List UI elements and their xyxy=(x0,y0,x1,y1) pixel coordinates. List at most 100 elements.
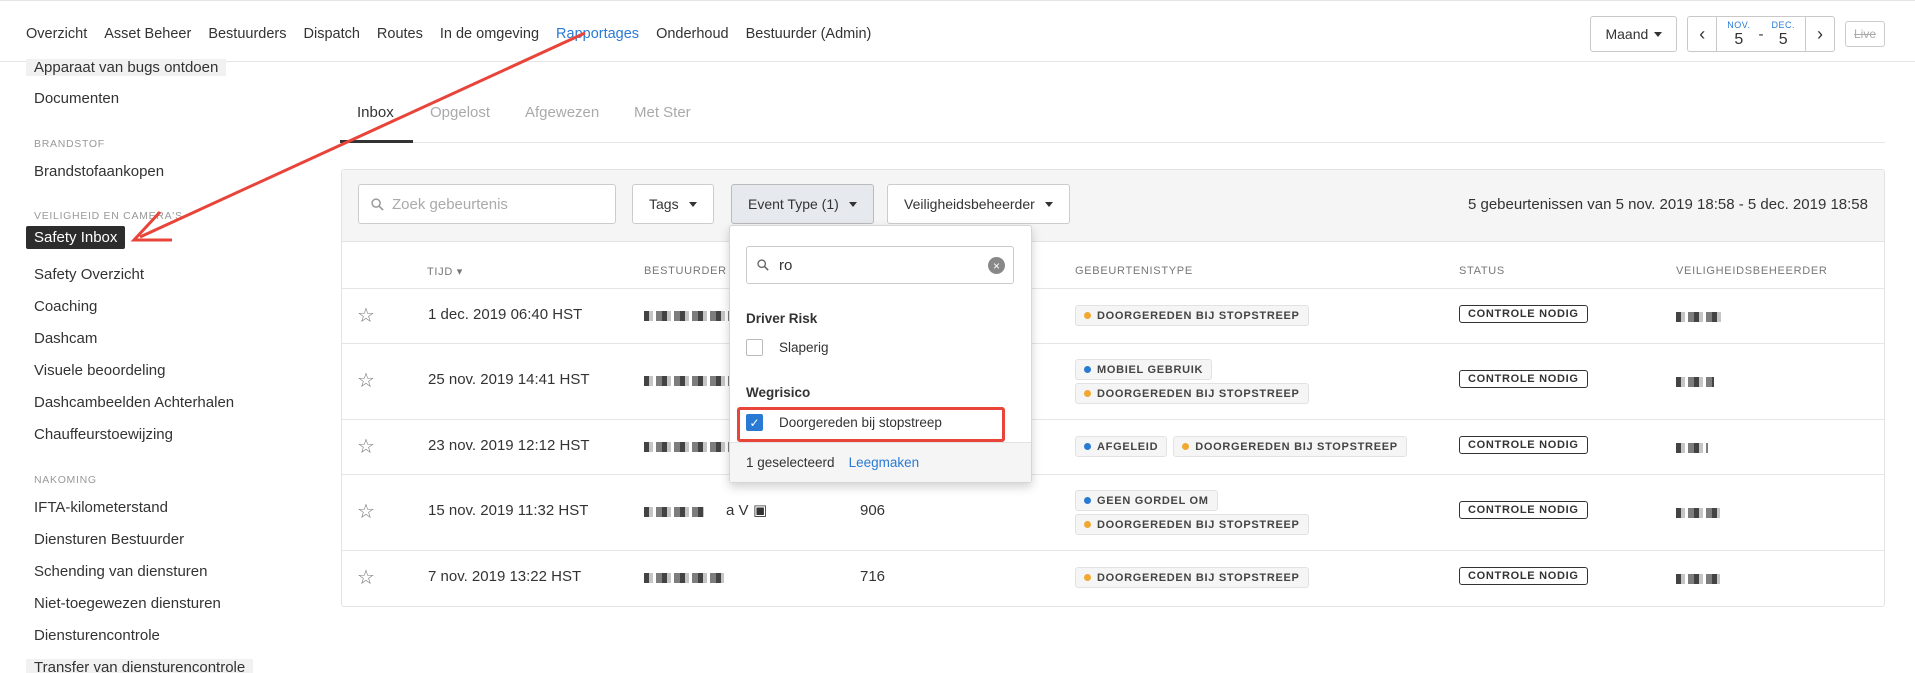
filter-bar: Zoek gebeurtenis Tags Event Type (1) Vei… xyxy=(342,170,1884,242)
chevron-right-icon[interactable]: › xyxy=(1804,16,1835,52)
table-row[interactable]: ☆ 23 nov. 2019 12:12 HST AFGELEID DOORGE… xyxy=(342,419,1884,474)
sidebar-item-hos-transfer[interactable]: Transfer van diensturencontrole xyxy=(26,659,254,673)
tag-color-dot xyxy=(1084,312,1091,319)
live-button[interactable]: Live xyxy=(1844,21,1885,47)
search-icon xyxy=(371,197,384,211)
caret-down-icon xyxy=(1044,201,1053,207)
event-type-dropdown: ro × Driver Risk Slaperig Wegrisico ✓ Do… xyxy=(729,225,1032,483)
nav-asset-beheer[interactable]: Asset Beheer xyxy=(104,26,191,42)
sidebar-item-visual-review[interactable]: Visuele beoordeling xyxy=(34,362,166,379)
tab-met-ster[interactable]: Met Ster xyxy=(634,104,691,121)
sidebar-item-hos-violations[interactable]: Schending van diensturen xyxy=(34,563,207,580)
chevron-left-icon[interactable]: ‹ xyxy=(1687,16,1718,52)
table-row[interactable]: ☆ 1 dec. 2019 06:40 HST DOORGEREDEN BIJ … xyxy=(342,288,1884,343)
column-header-event-type[interactable]: GEBEURTENISTYPE xyxy=(1075,265,1193,277)
star-icon[interactable]: ☆ xyxy=(357,499,375,524)
sidebar-heading-fuel: BRANDSTOF xyxy=(34,138,105,150)
column-header-driver[interactable]: BESTUURDER xyxy=(644,265,727,277)
nav-dispatch[interactable]: Dispatch xyxy=(304,26,360,42)
nav-overzicht[interactable]: Overzicht xyxy=(26,26,87,42)
sidebar-item-bugs[interactable]: Apparaat van bugs ontdoen xyxy=(26,59,227,76)
date-to-month: DEC. xyxy=(1771,19,1795,30)
table-row[interactable]: ☆ 15 nov. 2019 11:32 HST a V ▣ 906 GEEN … xyxy=(342,474,1884,550)
driver-name-redacted xyxy=(644,507,704,517)
sidebar-item-documents[interactable]: Documenten xyxy=(34,90,119,107)
main-nav: Overzicht Asset Beheer Bestuurders Dispa… xyxy=(26,26,871,42)
checkbox-slaperig[interactable] xyxy=(746,339,763,356)
column-header-status[interactable]: STATUS xyxy=(1459,265,1505,277)
driver-name-redacted xyxy=(644,311,734,321)
sidebar-item-dashcam[interactable]: Dashcam xyxy=(34,330,97,347)
caret-down-icon xyxy=(688,201,697,207)
table-row[interactable]: ☆ 25 nov. 2019 14:41 HST MOBIEL GEBRUIK … xyxy=(342,343,1884,419)
sidebar-item-safety-overview[interactable]: Safety Overzicht xyxy=(34,266,144,283)
event-tag-label: DOORGEREDEN BIJ STOPSTREEP xyxy=(1097,571,1300,584)
event-tag-label: MOBIEL GEBRUIK xyxy=(1097,363,1204,376)
safety-manager-redacted xyxy=(1676,312,1722,322)
clear-selection-link[interactable]: Leegmaken xyxy=(849,455,920,470)
event-search-input[interactable]: Zoek gebeurtenis xyxy=(358,184,616,224)
sidebar-item-coaching[interactable]: Coaching xyxy=(34,298,97,315)
nav-bestuurder-admin[interactable]: Bestuurder (Admin) xyxy=(746,26,872,42)
option-slaperig[interactable]: Slaperig xyxy=(746,339,829,356)
tab-opgelost[interactable]: Opgelost xyxy=(430,104,490,121)
nav-rapportages[interactable]: Rapportages xyxy=(556,26,639,42)
sidebar-heading-compliance: NAKOMING xyxy=(34,474,97,486)
period-select[interactable]: Maand xyxy=(1590,16,1678,52)
date-from: NOV. 5 xyxy=(1727,20,1750,48)
star-icon[interactable]: ☆ xyxy=(357,434,375,459)
nav-bestuurders[interactable]: Bestuurders xyxy=(208,26,286,42)
date-range[interactable]: NOV. 5 - DEC. 5 xyxy=(1717,16,1805,52)
event-tag-label: DOORGEREDEN BIJ STOPSTREEP xyxy=(1097,387,1300,400)
safety-manager-redacted xyxy=(1676,508,1720,518)
tags-filter-label: Tags xyxy=(649,196,679,212)
sidebar-item-safety-inbox[interactable]: Safety Inbox xyxy=(26,226,126,249)
event-tag-label: DOORGEREDEN BIJ STOPSTREEP xyxy=(1195,440,1398,453)
sidebar-item-fuel[interactable]: Brandstofaankopen xyxy=(34,163,164,180)
date-to: DEC. 5 xyxy=(1771,19,1795,48)
driver-name-suffix: a V xyxy=(726,502,749,519)
status-badge: CONTROLE NODIG xyxy=(1459,305,1588,323)
star-icon[interactable]: ☆ xyxy=(357,565,375,590)
tag-color-dot xyxy=(1084,366,1091,373)
sidebar: Apparaat van bugs ontdoen Documenten BRA… xyxy=(0,59,300,673)
column-header-safety-manager[interactable]: VEILIGHEIDSBEHEERDER xyxy=(1676,265,1828,277)
event-time: 1 dec. 2019 06:40 HST xyxy=(428,306,583,323)
sidebar-item-driver-assignment[interactable]: Chauffeurstoewijzing xyxy=(34,426,173,443)
nav-onderhoud[interactable]: Onderhoud xyxy=(656,26,729,42)
event-type-search-input[interactable]: ro × xyxy=(746,246,1014,284)
event-type-filter-label: Event Type (1) xyxy=(748,196,839,212)
group-driver-risk: Driver Risk xyxy=(746,311,818,326)
event-tags: MOBIEL GEBRUIK DOORGEREDEN BIJ STOPSTREE… xyxy=(1075,359,1415,404)
event-tag: AFGELEID xyxy=(1075,436,1168,457)
tab-inbox[interactable]: Inbox xyxy=(357,104,394,121)
sidebar-item-retrieve-footage[interactable]: Dashcambeelden Achterhalen xyxy=(34,394,234,411)
search-icon xyxy=(757,259,769,271)
column-header-time[interactable]: TIJD ▾ xyxy=(427,265,463,278)
sidebar-item-hos-audit[interactable]: Diensturencontrole xyxy=(34,627,160,644)
tag-color-dot xyxy=(1084,390,1091,397)
date-range-picker: ‹ NOV. 5 - DEC. 5 › xyxy=(1687,16,1835,52)
tab-afgewezen[interactable]: Afgewezen xyxy=(525,104,599,121)
events-panel: Zoek gebeurtenis Tags Event Type (1) Vei… xyxy=(341,169,1885,607)
sidebar-item-hos[interactable]: Diensturen Bestuurder xyxy=(34,531,184,548)
event-tag: MOBIEL GEBRUIK xyxy=(1075,359,1213,380)
safety-manager-filter-button[interactable]: Veiligheidsbeheerder xyxy=(887,184,1070,224)
sidebar-item-ifta[interactable]: IFTA-kilometerstand xyxy=(34,499,168,516)
star-icon[interactable]: ☆ xyxy=(357,368,375,393)
clear-search-icon[interactable]: × xyxy=(988,257,1005,274)
event-time: 7 nov. 2019 13:22 HST xyxy=(428,568,582,585)
event-tags: GEEN GORDEL OM DOORGEREDEN BIJ STOPSTREE… xyxy=(1075,490,1415,535)
inbox-tabs: Inbox Opgelost Afgewezen Met Ster xyxy=(340,100,1885,143)
event-value: 906 xyxy=(860,502,886,519)
nav-in-de-omgeving[interactable]: In de omgeving xyxy=(440,26,539,42)
event-type-filter-button[interactable]: Event Type (1) xyxy=(731,184,874,224)
option-slaperig-label: Slaperig xyxy=(779,340,829,355)
status-badge: CONTROLE NODIG xyxy=(1459,501,1588,519)
tags-filter-button[interactable]: Tags xyxy=(632,184,714,224)
sidebar-item-unassigned-hos[interactable]: Niet-toegewezen diensturen xyxy=(34,595,221,612)
table-row[interactable]: ☆ 7 nov. 2019 13:22 HST 716 DOORGEREDEN … xyxy=(342,550,1884,606)
nav-routes[interactable]: Routes xyxy=(377,26,423,42)
star-icon[interactable]: ☆ xyxy=(357,303,375,328)
dropdown-footer: 1 geselecteerd Leegmaken xyxy=(730,442,1031,482)
